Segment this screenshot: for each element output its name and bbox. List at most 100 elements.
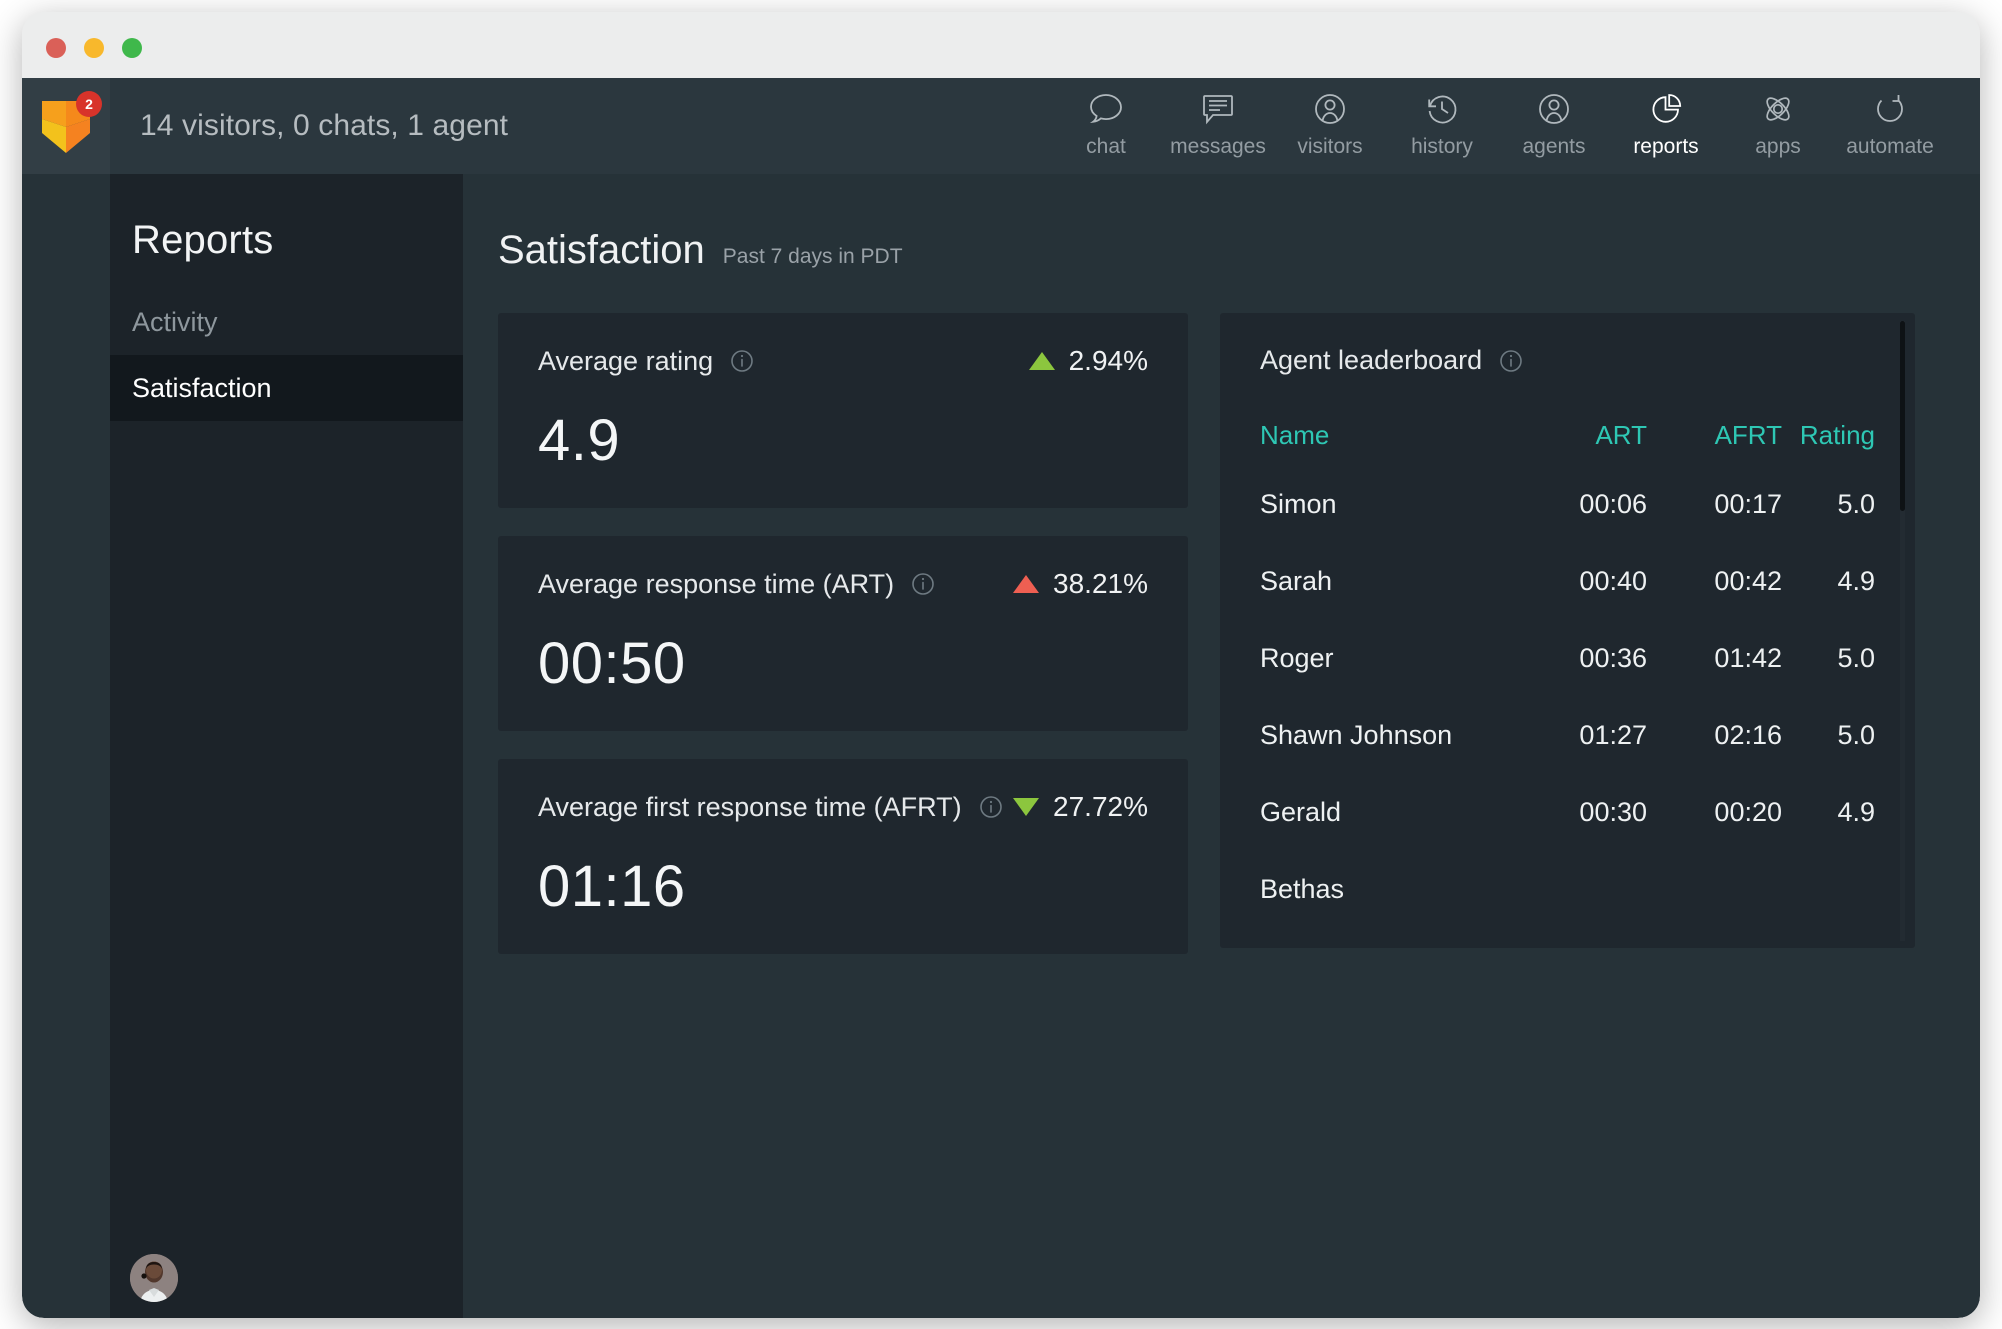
cell-agent-rating: 5.0 (1837, 720, 1875, 750)
column-header-afrt[interactable]: AFRT (1655, 404, 1790, 466)
cell-agent-name: Sarah (1260, 566, 1333, 596)
leaderboard-table-body: Simon 00:06 00:17 5.0 Sarah 00:40 00:42 … (1220, 466, 1915, 928)
table-row[interactable]: Shawn Johnson 01:27 02:16 5.0 (1220, 697, 1915, 774)
cell-agent-afrt: 00:17 (1714, 489, 1782, 519)
agent-icon (1537, 90, 1571, 128)
notification-badge: 2 (76, 91, 102, 117)
metric-card-average-first-response-time: Average first response time (AFRT) 27.72… (498, 759, 1188, 954)
content-columns: Average rating 2.94% 4.9 Average respons… (463, 273, 1980, 982)
atom-icon (1761, 90, 1795, 128)
sidebar-item-satisfaction[interactable]: Satisfaction (110, 355, 463, 421)
nav-item-chat[interactable]: chat (1050, 90, 1162, 159)
column-header-name[interactable]: Name (1220, 404, 1520, 466)
cell-agent-art: 00:40 (1579, 566, 1647, 596)
metric-card-average-rating: Average rating 2.94% 4.9 (498, 313, 1188, 508)
cell-agent-afrt: 00:42 (1714, 566, 1782, 596)
app-body: 2 14 visitors, 0 chats, 1 agent chat mes… (22, 78, 1980, 1318)
metric-delta: 38.21% (1013, 568, 1148, 600)
metric-card-average-response-time: Average response time (ART) 38.21% 00:50 (498, 536, 1188, 731)
column-header-rating[interactable]: Rating (1790, 404, 1915, 466)
info-icon[interactable] (910, 571, 936, 597)
table-header-row: Name ART AFRT Rating (1220, 404, 1915, 466)
cell-agent-art (1520, 851, 1655, 928)
metric-card-column: Average rating 2.94% 4.9 Average respons… (498, 313, 1188, 982)
window-titlebar (22, 12, 1980, 78)
leaderboard-header: Agent leaderboard (1220, 313, 1915, 376)
cell-agent-rating: 5.0 (1837, 643, 1875, 673)
visitor-status-text: 14 visitors, 0 chats, 1 agent (140, 109, 509, 142)
info-icon[interactable] (1498, 348, 1524, 374)
cell-agent-rating: 5.0 (1837, 489, 1875, 519)
table-row[interactable]: Simon 00:06 00:17 5.0 (1220, 466, 1915, 543)
nav-item-apps[interactable]: apps (1722, 90, 1834, 159)
window-controls (46, 38, 142, 58)
metric-delta-value: 2.94% (1068, 345, 1148, 376)
nav-label-automate: automate (1846, 135, 1934, 158)
leaderboard-title: Agent leaderboard (1260, 345, 1483, 375)
cell-agent-art: 00:30 (1579, 797, 1647, 827)
nav-label-agents: agents (1522, 135, 1586, 158)
table-row[interactable]: Bethas (1220, 851, 1915, 928)
pie-chart-icon (1649, 90, 1683, 128)
nav-label-chat: chat (1086, 135, 1126, 158)
nav-item-visitors[interactable]: visitors (1274, 90, 1386, 159)
sidebar-item-activity[interactable]: Activity (110, 289, 463, 355)
cell-agent-name: Simon (1260, 489, 1337, 519)
top-navigation-bar: 2 14 visitors, 0 chats, 1 agent chat mes… (22, 78, 1980, 174)
trend-up-icon (1013, 575, 1040, 593)
table-row[interactable]: Roger 00:36 01:42 5.0 (1220, 620, 1915, 697)
table-row[interactable]: Sarah 00:40 00:42 4.9 (1220, 543, 1915, 620)
avatar-image (130, 1254, 178, 1302)
metric-label: Average response time (ART) (538, 568, 895, 599)
nav-item-automate[interactable]: automate (1834, 90, 1946, 159)
close-window-button[interactable] (46, 38, 66, 58)
maximize-window-button[interactable] (122, 38, 142, 58)
cell-agent-art: 00:36 (1579, 643, 1647, 673)
leaderboard-table: Name ART AFRT Rating Simon 00:06 00:17 5… (1220, 404, 1915, 928)
leaderboard-scrollbar-thumb[interactable] (1900, 321, 1905, 511)
cell-agent-art: 01:27 (1579, 720, 1647, 750)
column-header-art[interactable]: ART (1520, 404, 1655, 466)
cell-agent-rating: 4.9 (1837, 566, 1875, 596)
nav-item-agents[interactable]: agents (1498, 90, 1610, 159)
page-date-range: Past 7 days in PDT (722, 245, 903, 268)
cell-agent-name: Roger (1260, 643, 1334, 673)
cell-agent-afrt: 02:16 (1714, 720, 1782, 750)
nav-item-messages[interactable]: messages (1162, 90, 1274, 159)
metric-delta: 27.72% (1013, 791, 1148, 823)
cell-agent-rating: 4.9 (1837, 797, 1875, 827)
cell-agent-name: Bethas (1260, 874, 1345, 904)
cell-agent-rating (1790, 851, 1915, 928)
logo-slot[interactable]: 2 (22, 78, 110, 174)
fox-logo[interactable]: 2 (40, 91, 102, 155)
cell-agent-art: 00:06 (1579, 489, 1647, 519)
nav-label-apps: apps (1755, 135, 1801, 158)
card-header: Average rating 2.94% (538, 345, 1148, 377)
card-header: Average response time (ART) 38.21% (538, 568, 1148, 600)
metric-delta: 2.94% (1028, 345, 1148, 377)
page-title: Satisfaction (498, 228, 705, 272)
message-lines-icon (1201, 90, 1235, 128)
nav-item-history[interactable]: history (1386, 90, 1498, 159)
nav-label-reports: reports (1633, 135, 1699, 158)
clock-back-icon (1425, 90, 1459, 128)
current-user-avatar[interactable] (130, 1254, 178, 1302)
visitor-icon (1313, 90, 1347, 128)
cell-agent-afrt (1655, 851, 1790, 928)
refresh-loop-icon (1873, 90, 1907, 128)
main-nav: chat messages visitors history agents re… (1050, 78, 1980, 174)
nav-label-history: history (1411, 135, 1473, 158)
nav-item-reports[interactable]: reports (1610, 90, 1722, 159)
metric-label: Average first response time (AFRT) (538, 791, 962, 822)
info-icon[interactable] (978, 794, 1004, 820)
metric-label: Average rating (538, 345, 714, 376)
metric-delta-value: 38.21% (1053, 568, 1148, 599)
table-row[interactable]: Gerald 00:30 00:20 4.9 (1220, 774, 1915, 851)
info-icon[interactable] (729, 348, 755, 374)
reports-sidebar: Reports Activity Satisfaction (110, 174, 463, 1318)
trend-down-icon (1013, 798, 1040, 816)
agent-leaderboard-panel: Agent leaderboard Name ART AFRT Rating S… (1220, 313, 1915, 948)
minimize-window-button[interactable] (84, 38, 104, 58)
nav-label-messages: messages (1170, 135, 1266, 158)
sidebar-title: Reports (132, 218, 274, 262)
